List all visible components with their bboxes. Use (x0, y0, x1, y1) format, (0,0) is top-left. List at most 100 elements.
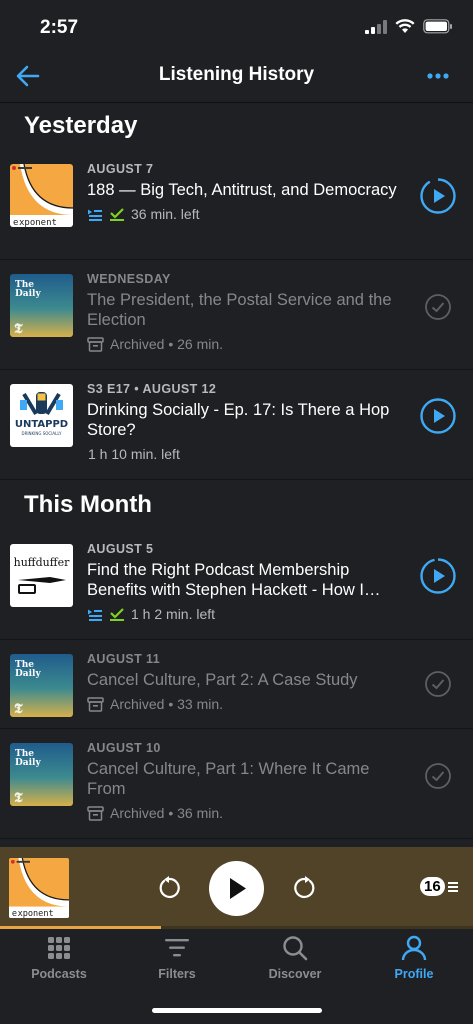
artwork-text: huffduffer (14, 556, 70, 569)
episode-info: AUGUST 7 188 — Big Tech, Antitrust, and … (87, 162, 407, 222)
podcast-artwork-the-daily: The Daily 𝕿 (10, 274, 73, 337)
queued-icon (88, 609, 102, 621)
podcast-artwork-huffduffer: huffduffer (10, 544, 73, 607)
episode-meta: 1 h 10 min. left (87, 446, 407, 462)
skip-back-icon[interactable] (156, 875, 182, 901)
search-icon (283, 936, 308, 961)
episode-duration: Archived • 26 min. (110, 336, 224, 352)
nav-bar: Listening History (0, 50, 473, 103)
episode-meta: 1 h 2 min. left (87, 606, 407, 622)
episode-info: AUGUST 11 Cancel Culture, Part 2: A Case… (87, 652, 407, 712)
episode-date: AUGUST 11 (87, 652, 161, 666)
tab-profile[interactable]: Profile (355, 935, 473, 981)
artwork-text: DRINKING SOCIALLY (22, 431, 63, 436)
signal-icon (365, 19, 387, 34)
svg-text:𝕿: 𝕿 (14, 790, 23, 806)
tab-label: Filters (158, 967, 196, 981)
episode-duration: Archived • 33 min. (110, 696, 224, 712)
play-button[interactable] (419, 397, 457, 435)
tab-label: Podcasts (31, 967, 87, 981)
svg-text:e: e (12, 909, 17, 918)
archive-icon (87, 805, 104, 821)
episode-date: WEDNESDAY (87, 272, 171, 286)
episode-title: Cancel Culture, Part 2: A Case Study (87, 671, 358, 689)
episode-row[interactable]: UNTAPPD DRINKING SOCIALLY S3 E17 • AUGUS… (0, 370, 473, 480)
episode-time-left: 1 h 10 min. left (88, 446, 180, 462)
status-icons (365, 19, 453, 34)
home-indicator (152, 1008, 322, 1013)
profile-icon (401, 935, 427, 961)
podcast-artwork-untappd: UNTAPPD DRINKING SOCIALLY (10, 384, 73, 447)
status-time: 2:57 (40, 17, 79, 38)
skip-forward-icon[interactable] (292, 875, 318, 901)
battery-icon (423, 19, 452, 34)
episode-date: AUGUST 10 (87, 741, 161, 755)
episode-title: 188 — Big Tech, Antitrust, and Democracy (87, 181, 397, 199)
episode-info: WEDNESDAY The President, the Postal Serv… (87, 272, 407, 352)
played-check-icon[interactable] (424, 762, 452, 790)
episode-date: AUGUST 7 (87, 162, 154, 176)
history-list[interactable]: Yesterday e xponent AUGUST 7 188 — Big T… (0, 102, 473, 847)
episode-info: AUGUST 10 Cancel Culture, Part 1: Where … (87, 741, 407, 821)
tab-discover[interactable]: Discover (236, 935, 354, 981)
more-options-icon[interactable] (425, 63, 451, 89)
episode-meta: Archived • 26 min. (87, 336, 407, 352)
episode-title: Find the Right Podcast Membership Benefi… (87, 561, 381, 599)
episode-title: The President, the Postal Service and th… (87, 291, 392, 329)
podcast-artwork-the-daily: The Daily 𝕿 (10, 743, 73, 806)
artwork-text: Daily (15, 669, 41, 679)
downloaded-icon (110, 208, 124, 221)
play-button[interactable] (419, 557, 457, 595)
podcast-artwork-the-daily: The Daily 𝕿 (10, 654, 73, 717)
episode-row[interactable]: e xponent AUGUST 7 188 — Big Tech, Antit… (0, 150, 473, 260)
queue-list-icon (447, 881, 458, 892)
episode-meta: 36 min. left (87, 206, 407, 222)
mini-player[interactable]: e xponent 16 (0, 847, 473, 929)
episode-duration: Archived • 36 min. (110, 805, 224, 821)
svg-text:𝕿: 𝕿 (14, 701, 23, 717)
play-pause-button[interactable] (209, 861, 264, 916)
status-bar: 2:57 (0, 0, 473, 50)
episode-date: S3 E17 • AUGUST 12 (87, 382, 217, 396)
artwork-text: Daily (15, 289, 41, 299)
played-check-icon[interactable] (424, 670, 452, 698)
archive-icon (87, 336, 104, 352)
episode-meta: Archived • 33 min. (87, 696, 407, 712)
now-playing-artwork[interactable]: e xponent (9, 858, 69, 918)
episode-meta: Archived • 36 min. (87, 805, 407, 821)
up-next-button[interactable]: 16 (420, 877, 459, 896)
play-button[interactable] (419, 177, 457, 215)
episode-row[interactable]: huffduffer AUGUST 5 Find the Right Podca… (0, 530, 473, 640)
tab-label: Discover (268, 967, 322, 981)
artwork-text: UNTAPPD (15, 419, 68, 430)
artwork-text: xponent (19, 218, 57, 227)
tab-podcasts[interactable]: Podcasts (0, 935, 118, 981)
queue-count-badge: 16 (420, 877, 445, 896)
episode-row[interactable]: The Daily 𝕿 AUGUST 10 Cancel Culture, Pa… (0, 729, 473, 839)
podcasts-grid-icon (48, 937, 70, 959)
episode-time-left: 1 h 2 min. left (131, 606, 216, 622)
queued-icon (88, 209, 102, 221)
downloaded-icon (110, 608, 124, 621)
episode-date: AUGUST 5 (87, 542, 154, 556)
episode-title: Cancel Culture, Part 1: Where It Came Fr… (87, 760, 370, 798)
play-icon (230, 878, 246, 899)
svg-text:𝕿: 𝕿 (14, 321, 23, 337)
podcast-artwork-exponent: e xponent (10, 164, 73, 227)
page-title: Listening History (158, 64, 315, 85)
episode-row[interactable]: The Daily 𝕿 WEDNESDAY The President, the… (0, 260, 473, 370)
artwork-text: Daily (15, 758, 41, 768)
episode-time-left: 36 min. left (131, 206, 200, 222)
filters-icon (165, 939, 189, 957)
tab-filters[interactable]: Filters (118, 935, 236, 981)
episode-info: S3 E17 • AUGUST 12 Drinking Socially - E… (87, 382, 407, 462)
tab-label: Profile (394, 967, 434, 981)
archive-icon (87, 696, 104, 712)
section-title-yesterday: Yesterday (24, 112, 138, 139)
played-check-icon[interactable] (424, 293, 452, 321)
episode-row[interactable]: The Daily 𝕿 AUGUST 11 Cancel Culture, Pa… (0, 640, 473, 729)
episode-title: Drinking Socially - Ep. 17: Is There a H… (87, 401, 390, 439)
episode-info: AUGUST 5 Find the Right Podcast Membersh… (87, 542, 407, 622)
section-title-this-month: This Month (24, 491, 152, 518)
wifi-icon (395, 19, 415, 33)
